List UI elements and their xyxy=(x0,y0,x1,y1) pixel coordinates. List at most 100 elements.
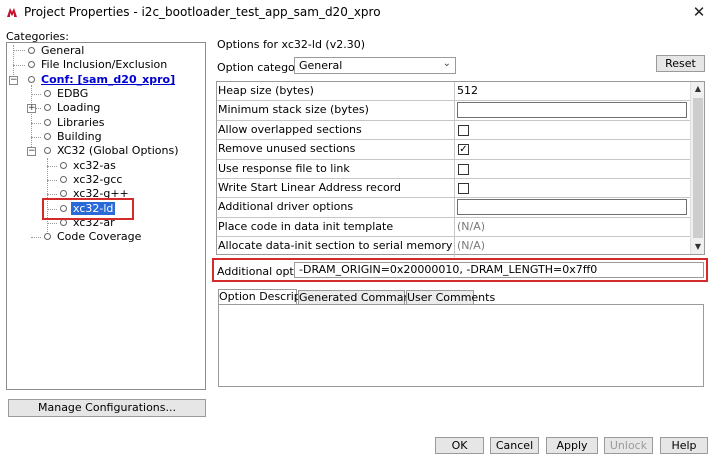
column-divider xyxy=(454,179,455,198)
tree-item-xc32-gcc[interactable]: xc32-gcc xyxy=(57,172,124,187)
tree-item-conf[interactable]: Conf: [sam_d20_xpro] xyxy=(25,72,177,87)
column-divider xyxy=(454,101,455,120)
option-categories-value: General xyxy=(299,59,343,72)
tree-guide-line xyxy=(31,123,41,124)
property-row-start-linear: Write Start Linear Address record xyxy=(217,179,690,199)
tree-item-label: File Inclusion/Exclusion xyxy=(41,58,168,71)
tree-node-icon xyxy=(60,219,67,226)
tree-item-label: Building xyxy=(57,130,102,143)
heap-size-value[interactable]: 512 xyxy=(457,84,478,97)
tree-item-xc32-as[interactable]: xc32-as xyxy=(57,158,118,173)
response-file-checkbox[interactable] xyxy=(458,163,469,175)
property-row-remove-unused: Remove unused sections ✓ xyxy=(217,140,690,160)
close-icon[interactable]: ✕ xyxy=(686,2,712,22)
reset-button[interactable]: Reset xyxy=(656,55,705,72)
property-name: Minimum stack size (bytes) xyxy=(218,103,369,117)
vertical-scrollbar[interactable]: ▲ ▼ xyxy=(690,82,704,254)
tree-guide-line xyxy=(13,65,25,66)
tree-node-icon xyxy=(44,90,51,97)
property-name: Additional driver options xyxy=(218,200,354,214)
column-divider xyxy=(454,120,455,140)
help-button[interactable]: Help xyxy=(660,437,708,454)
tree-guide-line xyxy=(47,194,57,195)
start-linear-checkbox[interactable] xyxy=(458,183,469,194)
remove-unused-checkbox[interactable]: ✓ xyxy=(458,144,469,156)
tree-item-libraries[interactable]: Libraries xyxy=(41,115,107,130)
tree-guide-line xyxy=(47,180,57,181)
tree-item-xc32-global[interactable]: XC32 (Global Options) xyxy=(41,143,181,158)
tree-node-icon xyxy=(44,119,51,126)
tree-node-icon xyxy=(60,162,67,169)
app-icon xyxy=(7,8,17,17)
tab-generated-command-line[interactable]: Generated Command Line xyxy=(298,290,444,305)
scroll-up-icon[interactable]: ▲ xyxy=(691,82,705,96)
tree-item-file-inclusion[interactable]: File Inclusion/Exclusion xyxy=(25,57,169,72)
tree-item-building[interactable]: Building xyxy=(41,129,104,144)
collapse-icon[interactable]: − xyxy=(9,76,18,85)
property-row-heap-size: Heap size (bytes) 512 xyxy=(217,82,690,102)
property-row-driver-options: Additional driver options xyxy=(217,198,690,218)
column-divider xyxy=(454,82,455,101)
allocate-data-init-value: (N/A) xyxy=(457,239,486,253)
tree-item-loading[interactable]: Loading xyxy=(41,100,102,115)
tree-item-label: xc32-as xyxy=(73,159,116,172)
unlock-button[interactable]: Unlock xyxy=(604,437,653,454)
ok-button[interactable]: OK xyxy=(435,437,484,454)
cancel-button[interactable]: Cancel xyxy=(490,437,539,454)
tree-node-icon xyxy=(60,190,67,197)
properties-table: Heap size (bytes) 512 Minimum stack size… xyxy=(216,81,705,257)
property-row-response-file: Use response file to link xyxy=(217,159,690,179)
tree-node-icon xyxy=(44,233,51,240)
tree-guide-line xyxy=(31,94,41,95)
manage-configurations-button[interactable]: Manage Configurations... xyxy=(8,399,206,417)
tree-node-icon xyxy=(44,133,51,140)
tab-user-comments[interactable]: User Comments xyxy=(406,290,495,305)
property-name: Use response file to link xyxy=(218,161,350,175)
min-stack-input[interactable] xyxy=(457,102,687,119)
tree-node-icon xyxy=(28,47,35,54)
tree-item-label: Code Coverage xyxy=(57,230,142,243)
tree-item-label: Loading xyxy=(57,101,101,114)
allow-overlapped-checkbox[interactable] xyxy=(458,124,469,136)
tree-item-label: XC32 (Global Options) xyxy=(57,144,179,157)
property-row-allow-overlapped: Allow overlapped sections xyxy=(217,120,690,141)
property-row-place-code: Place code in data init template (N/A) xyxy=(217,217,690,238)
property-name: Allow overlapped sections xyxy=(218,122,362,136)
tree-item-general[interactable]: General xyxy=(25,43,86,58)
tree-node-icon xyxy=(28,61,35,68)
tree-node-icon xyxy=(60,176,67,183)
tree-item-label: EDBG xyxy=(57,87,89,100)
column-divider xyxy=(454,159,455,178)
tree-guide-line xyxy=(47,166,57,167)
tab-option-description[interactable]: Option Description xyxy=(218,289,322,305)
option-description-panel xyxy=(218,304,704,387)
property-name: Allocate data-init section to serial mem… xyxy=(218,239,453,253)
column-divider xyxy=(454,198,455,217)
window-title: Project Properties - i2c_bootloader_test… xyxy=(24,5,381,19)
column-divider xyxy=(454,140,455,159)
tree-guide-line xyxy=(31,137,41,138)
tree-item-label: xc32-gcc xyxy=(73,173,123,186)
chevron-down-icon: ⌄ xyxy=(442,58,451,69)
scroll-thumb[interactable] xyxy=(693,98,703,238)
property-name: Write Start Linear Address record xyxy=(218,181,402,194)
expand-icon[interactable]: + xyxy=(27,104,36,113)
property-row-allocate-data-init: Allocate data-init section to serial mem… xyxy=(217,237,690,257)
additional-options-input[interactable]: -DRAM_ORIGIN=0x20000010, -DRAM_LENGTH=0x… xyxy=(294,262,704,278)
tree-item-label: Conf: [sam_d20_xpro] xyxy=(41,73,176,86)
option-categories-select[interactable]: General ⌄ xyxy=(294,57,456,74)
tree-item-code-coverage[interactable]: Code Coverage xyxy=(41,229,143,244)
tree-guide-line xyxy=(47,223,57,224)
column-divider xyxy=(454,237,455,257)
driver-options-input[interactable] xyxy=(457,199,687,216)
collapse-icon[interactable]: − xyxy=(27,147,36,156)
tree-guide-line xyxy=(13,50,25,51)
tree-item-label: Libraries xyxy=(57,116,105,129)
scroll-down-icon[interactable]: ▼ xyxy=(691,240,705,254)
tree-item-label: General xyxy=(41,44,85,57)
tree-item-edbg[interactable]: EDBG xyxy=(41,86,90,101)
place-code-value: (N/A) xyxy=(457,219,486,233)
property-name: Place code in data init template xyxy=(218,219,394,233)
options-for-label: Options for xc32-ld (v2.30) xyxy=(217,38,366,51)
apply-button[interactable]: Apply xyxy=(546,437,598,454)
